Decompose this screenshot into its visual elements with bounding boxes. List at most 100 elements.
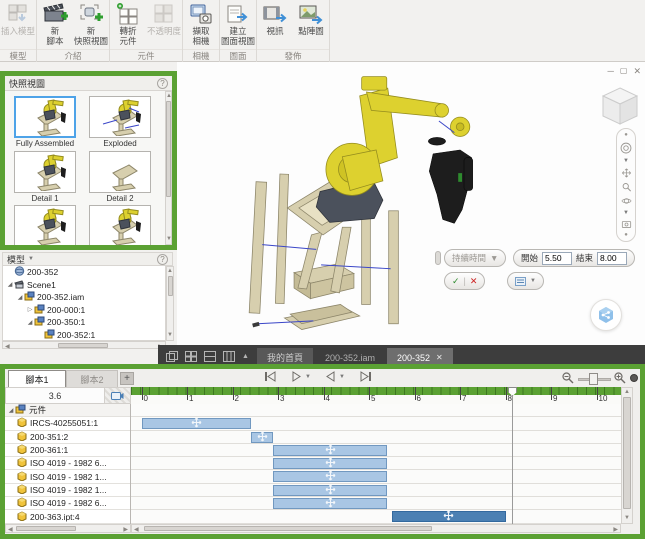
- 3d-viewport[interactable]: ─ ▢ ✕ ● ▼ ▼ ● 持續時間 ▼ 開始 5.50 結束 8.00 ✓ |…: [177, 62, 645, 345]
- timeline-filter-button[interactable]: [630, 374, 638, 382]
- timeline-component-row[interactable]: 200-363.ipt:4: [5, 510, 130, 524]
- collapsed-arrow-icon[interactable]: ▷: [26, 306, 34, 313]
- zoom-out-timeline-icon[interactable]: [561, 371, 574, 384]
- play-forward-icon[interactable]: [291, 371, 302, 382]
- help-icon[interactable]: ?: [157, 77, 168, 89]
- ribbon-button[interactable]: 轉折 元件: [110, 2, 146, 46]
- tree-item[interactable]: 200-352:1: [3, 329, 165, 341]
- chevron-down-icon[interactable]: ▼: [28, 256, 34, 262]
- ribbon-button[interactable]: 新快照視圖: [73, 2, 109, 46]
- timeline-component-row[interactable]: 200-361:1: [5, 444, 130, 458]
- timeline-component-row[interactable]: 200-351:2: [5, 431, 130, 444]
- timeline-zoom-slider-handle[interactable]: [589, 373, 598, 385]
- snapshot-panel-scrollbar[interactable]: ▲ ▼: [165, 91, 172, 245]
- track-row[interactable]: [131, 431, 621, 444]
- snapshot-view-item[interactable]: Exploded: [85, 96, 155, 148]
- names-horizontal-scrollbar[interactable]: ◀ ▶: [5, 524, 131, 533]
- ribbon-button[interactable]: 插入模型: [0, 2, 36, 36]
- gear-icon[interactable]: ●: [624, 132, 628, 138]
- track-horizontal-scrollbar[interactable]: ◀ ▶: [131, 524, 621, 533]
- tweak-duration-bar[interactable]: [250, 431, 274, 443]
- full-navigation-wheel-icon[interactable]: [618, 142, 634, 154]
- track-row[interactable]: [131, 444, 621, 458]
- end-value-input[interactable]: [597, 251, 628, 265]
- minimize-icon[interactable]: ─: [608, 66, 614, 77]
- chevron-down-icon[interactable]: ▼: [339, 374, 345, 380]
- pan-icon[interactable]: [620, 168, 633, 178]
- timeline-ruler[interactable]: 0 1 2 3 4 5 6 7 8 9 10: [131, 387, 621, 404]
- storyboard-tab[interactable]: 腳本1: [8, 370, 66, 387]
- track-row[interactable]: [131, 417, 621, 431]
- expanded-arrow-icon[interactable]: ◢: [26, 319, 34, 326]
- snapshot-thumbnail-exploded[interactable]: [89, 96, 151, 138]
- tree-item[interactable]: ◢ 200-352.iam: [3, 291, 165, 304]
- skip-to-start-icon[interactable]: [263, 371, 277, 382]
- shared-views-button[interactable]: [590, 299, 622, 331]
- chevron-down-icon[interactable]: ▼: [623, 210, 629, 216]
- play-reverse-icon[interactable]: [325, 371, 336, 382]
- expanded-arrow-icon[interactable]: ◢: [16, 294, 24, 301]
- tree-item[interactable]: ▷ 200-000:1: [3, 304, 165, 317]
- add-storyboard-button[interactable]: +: [120, 372, 134, 385]
- snapshot-view-item[interactable]: [10, 205, 80, 245]
- check-icon[interactable]: ✓: [452, 276, 460, 287]
- model-tree-vertical-scrollbar[interactable]: ▲ ▼: [166, 266, 174, 341]
- timeline-component-row[interactable]: ISO 4019 - 1982 6...: [5, 497, 130, 511]
- snapshot-thumbnail-detail3[interactable]: [14, 205, 76, 245]
- tree-item[interactable]: ◢ Scene1: [3, 279, 165, 292]
- cancel-icon[interactable]: ✕: [470, 276, 478, 287]
- tree-item[interactable]: 200-352: [3, 266, 165, 279]
- components-header-row[interactable]: ◢ 元件: [5, 404, 130, 418]
- tweak-duration-bar[interactable]: [141, 417, 251, 430]
- orbit-icon[interactable]: [620, 196, 633, 206]
- storyboard-tab[interactable]: 腳本2: [66, 370, 118, 387]
- close-icon[interactable]: ✕: [633, 66, 641, 77]
- track-row[interactable]: [131, 484, 621, 498]
- viewcube[interactable]: [597, 84, 643, 130]
- tree-item[interactable]: ◢ 200-350:1: [3, 316, 165, 329]
- tweak-duration-bar[interactable]: [273, 457, 388, 470]
- track-row[interactable]: [131, 510, 621, 524]
- model-tree-horizontal-scrollbar[interactable]: ◀ ▶: [2, 341, 166, 350]
- zoom-in-timeline-icon[interactable]: [613, 371, 626, 384]
- ribbon-button[interactable]: 新腳本: [37, 2, 73, 46]
- snapshot-view-item[interactable]: Fully Assembled: [10, 96, 80, 148]
- timeline-component-row[interactable]: ISO 4019 - 1982 6...: [5, 457, 130, 471]
- tweak-duration-bar[interactable]: [273, 471, 388, 483]
- ribbon-button[interactable]: 不透明度: [146, 2, 182, 36]
- tweak-duration-bar[interactable]: [273, 444, 388, 456]
- timeline-vertical-scrollbar[interactable]: ▲ ▼: [621, 387, 633, 524]
- start-value-input[interactable]: [542, 251, 573, 265]
- skip-to-end-icon[interactable]: [359, 371, 373, 382]
- snapshot-view-item[interactable]: [85, 205, 155, 245]
- close-tab-icon[interactable]: ✕: [436, 353, 443, 362]
- tweak-duration-bar[interactable]: [391, 510, 506, 523]
- gear-icon[interactable]: ●: [624, 232, 628, 238]
- tweak-duration-bar[interactable]: [273, 484, 388, 496]
- snapshot-thumbnail-assembled[interactable]: [14, 96, 76, 138]
- timeline-component-row[interactable]: IRCS-40255051:1: [5, 417, 130, 431]
- camera-track-button[interactable]: [105, 387, 131, 404]
- snapshot-thumbnail-detail2[interactable]: [89, 151, 151, 193]
- ribbon-button[interactable]: 建立 圖面視圖: [220, 2, 256, 46]
- ribbon-button[interactable]: 視訊: [257, 2, 293, 36]
- ribbon-button[interactable]: 擷取 相機: [183, 2, 219, 46]
- zoom-icon[interactable]: [620, 182, 633, 192]
- track-row[interactable]: [131, 470, 621, 484]
- chevron-down-icon[interactable]: ▼: [623, 158, 629, 164]
- collapse-panel-icon[interactable]: ▲: [242, 353, 249, 360]
- restore-icon[interactable]: ▢: [620, 66, 628, 77]
- tile-windows-icon[interactable]: [185, 350, 197, 362]
- expanded-arrow-icon[interactable]: ◢: [6, 281, 14, 288]
- mini-toolbar-grip[interactable]: [435, 251, 441, 265]
- split-horizontal-icon[interactable]: [204, 350, 216, 362]
- ribbon-button[interactable]: 點陣圖: [293, 2, 329, 36]
- timeline-component-row[interactable]: ISO 4019 - 1982 1...: [5, 484, 130, 498]
- timeline-component-row[interactable]: ISO 4019 - 1982 1...: [5, 470, 130, 484]
- snapshot-thumbnail-detail4[interactable]: [89, 205, 151, 245]
- tweak-duration-bar[interactable]: [273, 497, 388, 510]
- expanded-arrow-icon[interactable]: ◢: [7, 407, 15, 414]
- options-dropdown-button[interactable]: ▼: [507, 272, 544, 290]
- cascade-windows-icon[interactable]: [166, 350, 178, 362]
- track-row[interactable]: [131, 457, 621, 471]
